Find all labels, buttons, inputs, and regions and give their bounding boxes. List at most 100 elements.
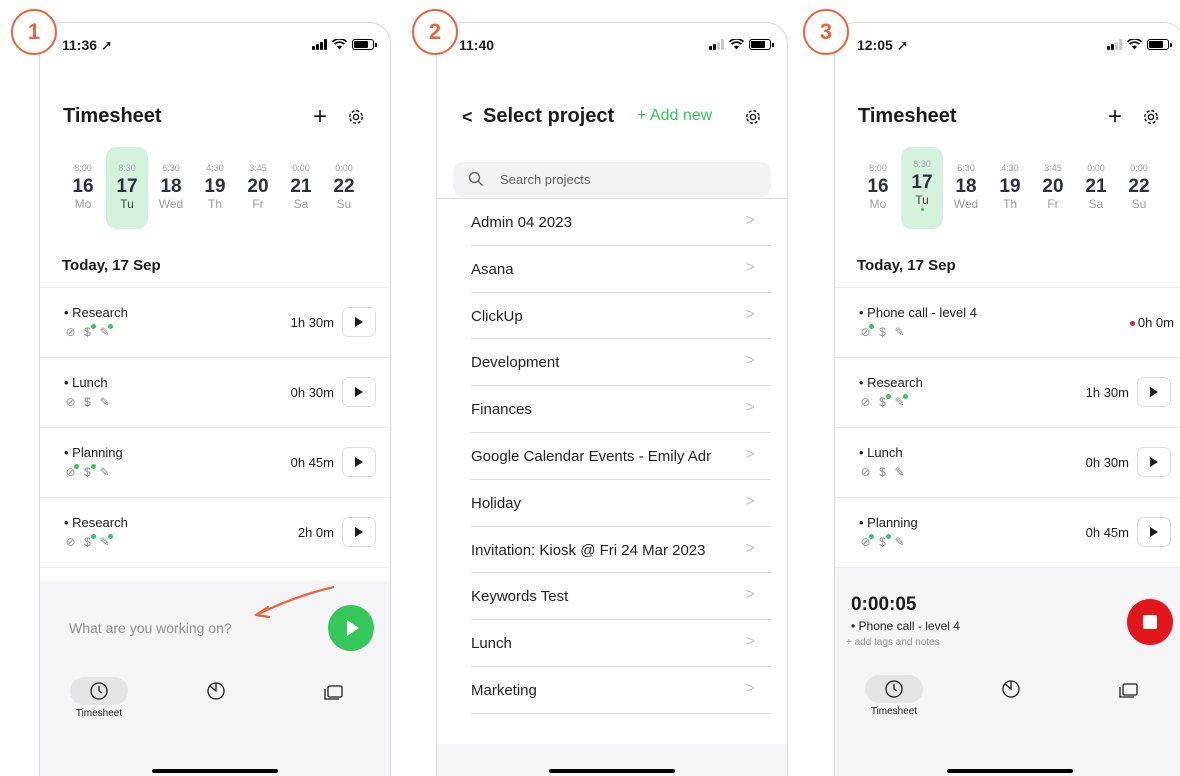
add-new-button[interactable]: + Add new (637, 107, 712, 125)
day-thu[interactable]: 4:30 19 Th (989, 147, 1031, 229)
list-item-running[interactable]: • Phone call - level 4 ⊘ $ ✎ 0h 0m (835, 288, 1180, 358)
stop-timer-button[interactable] (1127, 599, 1173, 645)
dollar-icon: $ (879, 325, 886, 339)
day-wed[interactable]: 6:30 18 Wed (945, 147, 987, 229)
search-input[interactable]: Search projects (453, 162, 771, 197)
project-item[interactable]: Admin 04 2023 > (471, 199, 771, 246)
day-weekday: Fr (252, 197, 264, 211)
day-hours: 3:45 (249, 163, 267, 173)
entry-icons: ⊘ $ ✎ (859, 324, 906, 339)
list-item[interactable]: • Planning ⊘ $ ✎ 0h 45m (40, 428, 390, 498)
day-sun[interactable]: 0:00 22 Su (1118, 147, 1160, 229)
day-mon[interactable]: 8:00 16 Mo (857, 147, 899, 229)
day-tue-selected[interactable]: 8:30 17 Tu (106, 147, 148, 229)
play-button[interactable] (342, 307, 376, 337)
entry-name: • Lunch (859, 445, 903, 460)
play-button[interactable] (342, 517, 376, 547)
entry-duration: 0h 45m (290, 455, 334, 470)
back-button[interactable]: < (462, 107, 473, 128)
day-number: 17 (911, 172, 933, 193)
project-item[interactable]: Google Calendar Events - Emily Adr > (471, 433, 771, 480)
project-name: Holiday (471, 494, 522, 512)
annotation-arrow-icon (254, 585, 335, 619)
play-button[interactable] (342, 377, 376, 407)
entry-icons: ⊘ $ ✎ (64, 324, 113, 339)
note-icon: ✎ (894, 465, 905, 479)
play-icon (1150, 527, 1158, 537)
day-mon[interactable]: 8:00 16 Mo (62, 147, 104, 229)
project-item[interactable]: ClickUp > (471, 293, 771, 340)
gear-icon[interactable] (346, 107, 366, 127)
play-icon (355, 457, 363, 467)
play-button[interactable] (1137, 517, 1171, 547)
day-fri[interactable]: 3:45 20 Fr (237, 147, 279, 229)
tab-reports[interactable] (181, 677, 251, 705)
day-number: 18 (160, 176, 182, 197)
search-icon (468, 171, 483, 186)
day-tue-selected[interactable]: 8:30 17 Tu (901, 147, 943, 229)
day-weekday: Sa (293, 197, 309, 211)
day-wed[interactable]: 6:30 18 Wed (150, 147, 192, 229)
wifi-icon (332, 39, 347, 50)
start-timer-button[interactable] (328, 605, 374, 651)
project-name: ClickUp (471, 307, 523, 325)
play-button[interactable] (1137, 377, 1171, 407)
battery-icon (749, 39, 774, 50)
day-number: 17 (116, 176, 138, 197)
add-tags-notes-link[interactable]: + add tags and notes (846, 637, 940, 648)
day-number: 16 (867, 176, 889, 197)
day-hours: 8:30 (913, 159, 931, 169)
day-weekday: Mo (869, 197, 887, 211)
tag-icon: ⊘ (860, 465, 871, 479)
list-item[interactable]: • Research ⊘ $ ✎ 2h 0m (40, 498, 390, 568)
project-item[interactable]: Invitation: Kiosk @ Fri 24 Mar 2023 > (471, 527, 771, 574)
project-item[interactable]: Finances > (471, 386, 771, 433)
project-item[interactable]: Holiday > (471, 480, 771, 527)
day-sun[interactable]: 0:00 22 Su (323, 147, 365, 229)
gear-icon[interactable] (743, 107, 763, 127)
entry-list: • Phone call - level 4 ⊘ $ ✎ 0h 0m • Resea… (835, 287, 1180, 568)
recording-dot (1129, 321, 1135, 327)
list-item[interactable]: • Research ⊘ $ ✎ 1h 30m (40, 288, 390, 358)
day-hours: 0:00 (292, 163, 310, 173)
task-input[interactable]: What are you working on? (69, 620, 232, 636)
note-icon: ✎ (894, 394, 908, 409)
tab-timesheet[interactable]: Timesheet (64, 677, 134, 719)
list-item[interactable]: • Planning ⊘ $ ✎ 0h 45m (835, 498, 1180, 568)
gear-icon[interactable] (1141, 107, 1161, 127)
page-title: Select project (483, 105, 615, 127)
tab-projects[interactable] (298, 677, 368, 705)
project-item[interactable]: Lunch > (471, 620, 771, 667)
list-item[interactable]: • Research ⊘ $ ✎ 1h 30m (835, 358, 1180, 428)
chevron-right-icon: > (745, 539, 755, 557)
phone-screen-timesheet: 11:36 ➚ Timesheet + 8:00 16 Mo 8:30 17 Tu 6:… (39, 22, 391, 776)
day-fri[interactable]: 3:45 20 Fr (1032, 147, 1074, 229)
project-item[interactable]: Asana > (471, 246, 771, 293)
play-button[interactable] (1137, 447, 1171, 477)
project-item[interactable]: Development > (471, 339, 771, 387)
clock-icon (90, 682, 108, 700)
day-sat[interactable]: 0:00 21 Sa (280, 147, 322, 229)
add-entry-button[interactable]: + (313, 103, 327, 131)
project-name: Invitation: Kiosk @ Fri 24 Mar 2023 (471, 541, 706, 559)
day-weekday: Wed (158, 197, 184, 211)
list-item[interactable]: • Lunch ⊘ $ ✎ 0h 30m (835, 428, 1180, 498)
project-item[interactable]: Keywords Test > (471, 573, 771, 621)
day-weekday: Mo (74, 197, 92, 211)
home-indicator (549, 769, 675, 773)
entry-name: • Research (64, 305, 128, 320)
day-sat[interactable]: 0:00 21 Sa (1075, 147, 1117, 229)
list-item[interactable]: • Lunch ⊘ $ ✎ 0h 30m (40, 358, 390, 428)
entry-duration: 1h 30m (290, 315, 334, 330)
day-thu[interactable]: 4:30 19 Th (194, 147, 236, 229)
tab-timesheet[interactable]: Timesheet (859, 675, 929, 717)
dollar-icon: $ (876, 394, 891, 409)
project-item[interactable]: Marketing > (471, 667, 771, 714)
chevron-right-icon: > (745, 492, 755, 510)
play-button[interactable] (342, 447, 376, 477)
tab-projects[interactable] (1093, 675, 1163, 703)
add-entry-button[interactable]: + (1108, 103, 1122, 131)
day-hours: 4:30 (1001, 163, 1019, 173)
project-name: Marketing (471, 681, 537, 699)
tab-reports[interactable] (976, 675, 1046, 703)
